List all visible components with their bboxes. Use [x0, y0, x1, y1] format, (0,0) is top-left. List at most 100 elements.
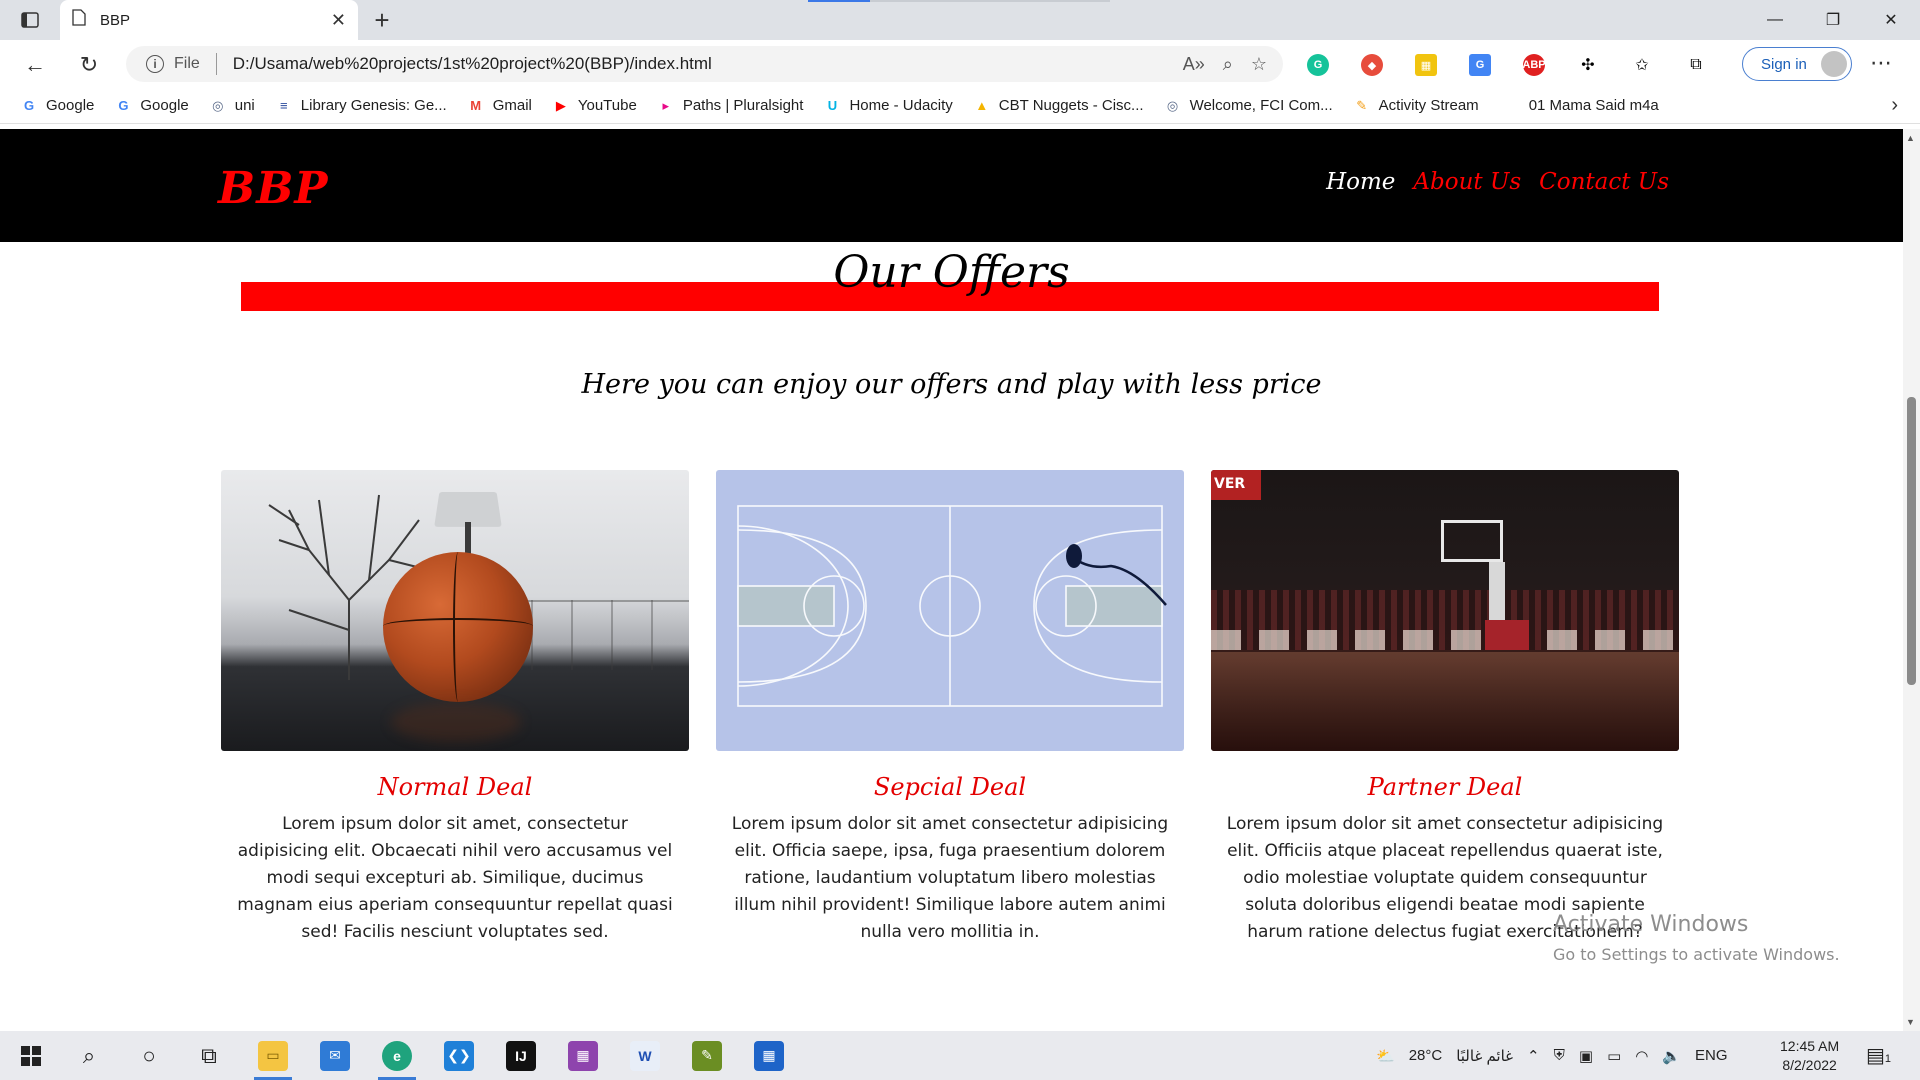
sign-in-label: Sign in — [1761, 55, 1807, 73]
offer-card-normal: Normal Deal Lorem ipsum dolor sit amet, … — [221, 470, 689, 946]
refresh-icon[interactable]: ↻ — [74, 50, 104, 80]
google-icon: G — [118, 98, 129, 113]
site-info-button[interactable]: i File — [146, 55, 200, 73]
task-view-icon[interactable]: ⧉ — [184, 1031, 234, 1080]
arena-photo: VER — [1211, 470, 1679, 751]
cortana-icon[interactable]: ○ — [124, 1031, 174, 1080]
notifications-icon[interactable]: ▤1 — [1866, 1043, 1891, 1068]
bookmark-label: 01 Mama Said m4a — [1528, 97, 1659, 114]
bookmark-item[interactable]: G Google — [114, 97, 188, 115]
minimize-icon[interactable]: — — [1746, 0, 1804, 40]
activity-icon: ✎ — [1356, 97, 1368, 113]
weather-description[interactable]: غائم غالبًا — [1456, 1047, 1513, 1065]
drive-icon: ▲ — [975, 98, 989, 113]
tools-app-icon[interactable]: ✎ — [682, 1031, 732, 1080]
winrar-icon[interactable]: ▦ — [558, 1031, 608, 1080]
nav-contact-link[interactable]: Contact Us — [1539, 169, 1669, 195]
bookmark-item[interactable]: M Gmail — [467, 97, 532, 115]
bookmark-item[interactable]: U Home - Udacity — [823, 97, 953, 115]
gmail-icon: M — [470, 98, 482, 113]
sign-in-button[interactable]: Sign in — [1742, 47, 1852, 81]
file-explorer-icon[interactable]: ▭ — [248, 1031, 298, 1080]
avatar — [1821, 51, 1847, 77]
wifi-icon[interactable]: ◠ — [1635, 1047, 1648, 1065]
site-logo[interactable]: BBP — [218, 163, 328, 214]
arena-banner: VER — [1211, 470, 1261, 500]
deal-title: Sepcial Deal — [873, 773, 1027, 801]
bookmark-item[interactable]: G Google — [20, 97, 94, 115]
bookmark-item[interactable]: 01 Mama Said m4a — [1529, 97, 1659, 114]
back-icon[interactable]: ← — [20, 50, 50, 80]
section-subtitle: Here you can enjoy our offers and play w… — [581, 369, 1322, 400]
extensions-icon[interactable]: ✣ — [1570, 51, 1606, 79]
shield-icon[interactable]: ◆ — [1354, 51, 1390, 79]
bookmark-item[interactable]: ▶ YouTube — [552, 97, 637, 115]
bookmark-label: Library Genesis: Ge... — [300, 97, 447, 114]
security-icon[interactable]: ⛨ — [1554, 1047, 1565, 1064]
nav-about-link[interactable]: About Us — [1413, 169, 1521, 195]
loading-bar — [808, 0, 1110, 2]
favorites-icon[interactable]: ✩ — [1624, 51, 1660, 79]
more-menu-icon[interactable]: ⋯ — [1870, 50, 1893, 76]
bookmark-label: Google — [46, 97, 95, 114]
bookmark-label: Home - Udacity — [849, 97, 953, 114]
intellij-icon[interactable]: IJ — [496, 1031, 546, 1080]
browser-tab[interactable]: BBP ✕ — [60, 0, 358, 40]
url-text[interactable]: D:/Usama/web%20projects/1st%20project%20… — [233, 54, 712, 74]
bookmark-item[interactable]: ▲ CBT Nuggets - Cisc... — [973, 97, 1143, 115]
close-tab-icon[interactable]: ✕ — [331, 10, 346, 31]
edge-icon[interactable]: e — [372, 1031, 422, 1080]
bookmark-item[interactable]: ≡ Library Genesis: Ge... — [275, 97, 447, 115]
close-window-icon[interactable]: ✕ — [1862, 0, 1920, 40]
library-icon: ≡ — [279, 98, 288, 113]
bookmark-item[interactable]: ◎ uni — [209, 97, 255, 115]
udacity-icon: U — [827, 98, 838, 113]
collections-icon[interactable]: ⧉ — [1678, 51, 1714, 79]
word-app-icon[interactable]: W — [620, 1031, 670, 1080]
nav-home-link[interactable]: Home — [1326, 169, 1395, 195]
meet-icon[interactable]: ▣ — [1579, 1047, 1593, 1065]
deal-description: Lorem ipsum dolor sit amet consectetur a… — [731, 814, 1169, 942]
page-icon — [72, 9, 86, 31]
grammarly-icon[interactable]: G — [1300, 51, 1336, 79]
deal-description: Lorem ipsum dolor sit amet, consectetur … — [237, 814, 673, 942]
bookmark-label: uni — [234, 97, 255, 114]
bookmarks-bar: G Google G Google ◎ uni ≡ Library Genesis: Ge..… — [0, 88, 1920, 124]
address-bar[interactable]: i File D:/Usama/web%20projects/1st%20pro… — [126, 46, 1283, 82]
bookmark-label: Google — [140, 97, 189, 114]
chevron-right-icon[interactable]: › — [1891, 94, 1898, 117]
favorite-add-icon[interactable]: ☆ — [1251, 54, 1267, 75]
language-indicator[interactable]: ENG — [1695, 1047, 1728, 1064]
mail-icon[interactable]: ✉ — [310, 1031, 360, 1080]
read-aloud-icon[interactable]: A» — [1183, 54, 1205, 75]
volume-icon[interactable]: 🔈 — [1662, 1047, 1681, 1065]
court-photo — [716, 470, 1184, 751]
zoom-icon[interactable]: ⌕ — [1223, 54, 1233, 75]
windows-taskbar: ⌕ ○ ⧉ ▭ ✉ e ❮❯ IJ ▦ W ✎ ▦ ⛅ 28°C غائم غا… — [0, 1031, 1920, 1080]
page-scrollbar[interactable]: ▲ ▼ — [1903, 129, 1920, 1031]
battery-icon[interactable]: ▭ — [1607, 1047, 1621, 1065]
bookmark-item[interactable]: ✎ Activity Stream — [1353, 97, 1478, 115]
scroll-up-icon[interactable]: ▲ — [1906, 133, 1915, 143]
scroll-down-icon[interactable]: ▼ — [1906, 1017, 1915, 1027]
translate-icon[interactable]: G — [1462, 51, 1498, 79]
start-icon[interactable] — [6, 1031, 56, 1080]
new-tab-button[interactable]: + — [368, 6, 396, 34]
tray-expand-icon[interactable]: ⌃ — [1527, 1047, 1540, 1065]
store-icon[interactable]: ▦ — [744, 1031, 794, 1080]
bookmark-item[interactable]: ▸ Paths | Pluralsight — [657, 97, 804, 115]
vscode-icon[interactable]: ❮❯ — [434, 1031, 484, 1080]
bookmark-item[interactable]: ◎ Welcome, FCI Com... — [1164, 97, 1333, 115]
weather-icon[interactable]: ⛅ — [1376, 1047, 1395, 1065]
search-icon[interactable]: ⌕ — [64, 1031, 114, 1080]
weather-temp[interactable]: 28°C — [1409, 1047, 1443, 1064]
scrollbar-thumb[interactable] — [1907, 397, 1916, 685]
pluralsight-icon: ▸ — [662, 97, 670, 113]
clock[interactable]: 12:45 AM 8/2/2022 — [1780, 1037, 1839, 1075]
info-icon: i — [146, 55, 164, 73]
restore-icon[interactable]: ❐ — [1804, 0, 1862, 40]
adblock-icon[interactable]: ABP — [1516, 51, 1552, 79]
tab-actions-icon[interactable] — [16, 8, 44, 32]
tv-extension-icon[interactable]: ▦ — [1408, 51, 1444, 79]
basketball-photo — [221, 470, 689, 751]
